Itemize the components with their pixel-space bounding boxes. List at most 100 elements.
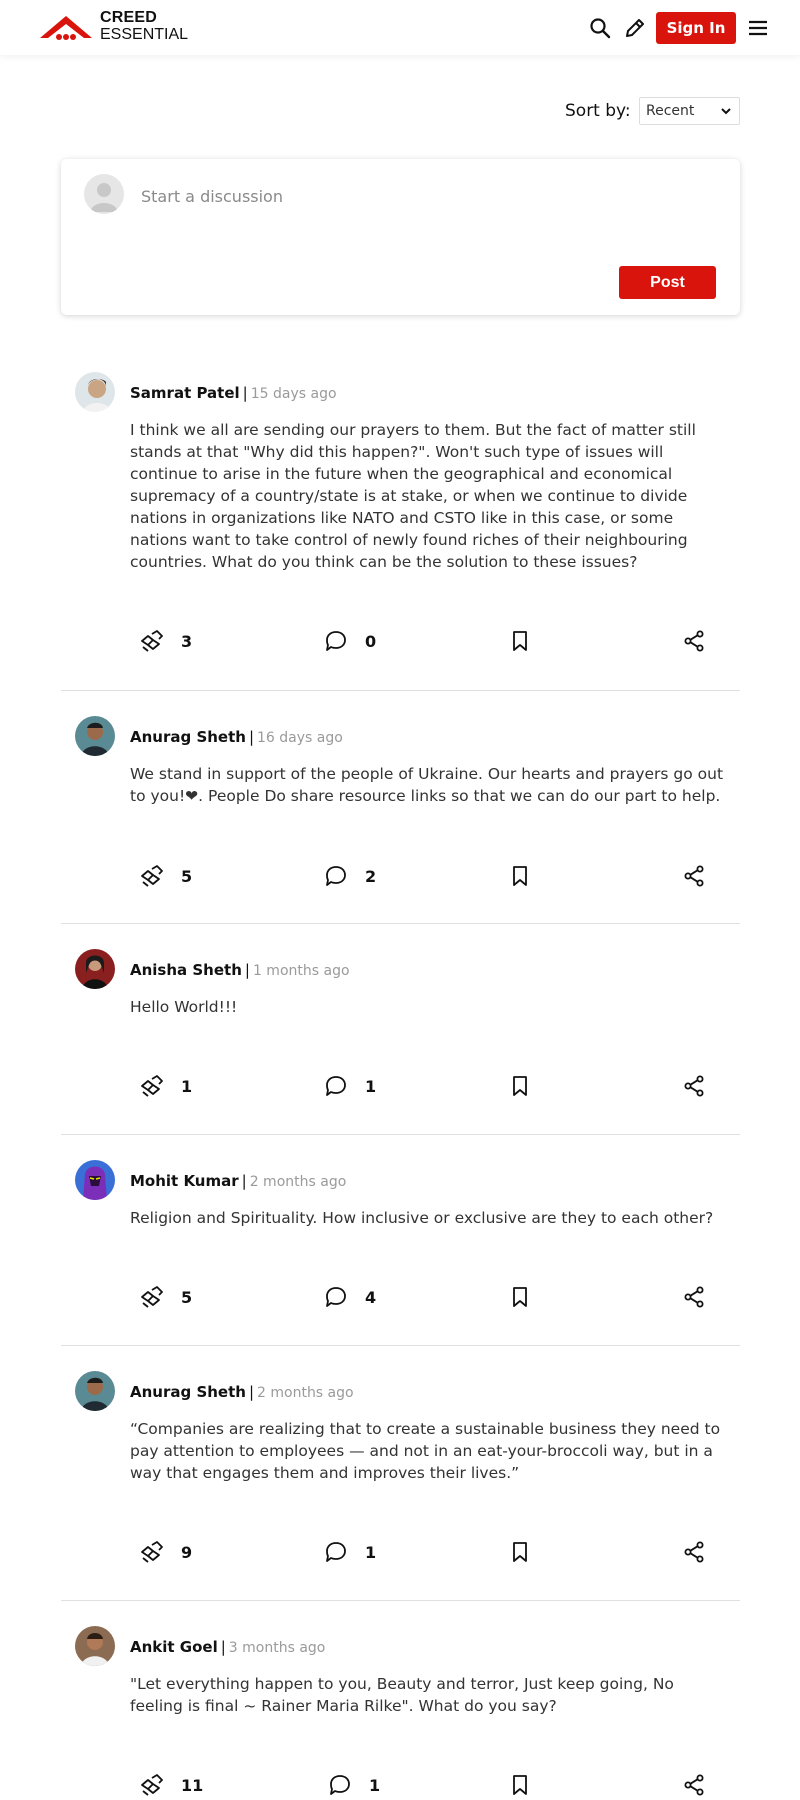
like-button[interactable]: 3 [139,626,192,656]
comment-button[interactable]: 1 [323,1537,376,1567]
pencil-icon[interactable] [623,16,647,40]
logo-text: CREED ESSENTIAL [100,10,188,43]
avatar[interactable] [75,716,115,756]
bookmark-button[interactable] [507,626,533,656]
post-body: Religion and Spirituality. How inclusive… [130,1209,714,1227]
like-button[interactable]: 9 [139,1537,192,1567]
author-name[interactable]: Anisha Sheth [130,961,242,979]
user-avatar-placeholder [84,174,124,214]
divider [61,1345,740,1346]
post-body: "Let everything happen to you, Beauty an… [130,1675,674,1715]
post-actions: 3 0 [61,626,740,656]
comment-count: 1 [365,1076,377,1096]
share-button[interactable] [681,1770,707,1800]
divider [61,1600,740,1601]
like-count: 5 [181,866,193,886]
bookmark-icon [513,1287,527,1307]
comment-count: 2 [365,866,377,886]
menu-icon[interactable] [746,16,770,40]
author-name[interactable]: Anurag Sheth [130,1383,246,1401]
share-icon [684,630,704,652]
post-actions: 9 1 [61,1537,740,1567]
like-button[interactable]: 5 [139,861,192,891]
avatar[interactable] [75,1371,115,1411]
share-button[interactable] [681,1282,707,1312]
logo-mark-icon [40,15,92,40]
sort-label: Sort by: [565,101,631,121]
avatar[interactable] [75,1626,115,1666]
sign-in-button[interactable]: Sign In [656,12,736,44]
logo-line2: ESSENTIAL [100,26,189,43]
avatar[interactable] [75,949,115,989]
like-button[interactable]: 5 [139,1282,192,1312]
bookmark-button[interactable] [507,1537,533,1567]
discussion-input[interactable] [141,181,701,211]
bookmark-button[interactable] [507,1282,533,1312]
post-time: 3 months ago [228,1640,326,1656]
share-button[interactable] [681,861,707,891]
post-actions: 11 1 [61,1770,740,1800]
author-name[interactable]: Samrat Patel [130,384,240,402]
hands-icon [141,630,163,652]
comment-icon [326,1287,346,1307]
chevron-down-icon [721,108,731,115]
post-time: 15 days ago [250,386,337,402]
share-button[interactable] [681,626,707,656]
post-body: We stand in support of the people of Ukr… [130,765,724,805]
post-meta: Mohit Kumar | 2 months ago [130,1172,347,1190]
share-button[interactable] [681,1071,707,1101]
avatar[interactable] [75,372,115,412]
share-icon [684,1075,704,1097]
comment-button[interactable]: 4 [323,1282,376,1312]
comment-icon [326,866,346,886]
divider [61,690,740,691]
post-body: “Companies are realizing that to create … [130,1420,721,1482]
author-name[interactable]: Anurag Sheth [130,728,246,746]
post-time: 1 months ago [252,963,350,979]
share-button[interactable] [681,1537,707,1567]
like-button[interactable]: 11 [139,1770,203,1800]
bookmark-button[interactable] [507,861,533,891]
comment-button[interactable]: 0 [323,626,376,656]
sort-selected-value: Recent [646,103,695,119]
like-count: 5 [181,1287,193,1307]
post-meta: Anisha Sheth | 1 months ago [130,961,350,979]
post-time: 16 days ago [257,730,343,746]
comment-icon [330,1775,350,1795]
post-time: 2 months ago [257,1385,354,1401]
comment-button[interactable]: 1 [323,1071,376,1101]
hands-icon [141,1541,163,1563]
comment-icon [326,1542,346,1562]
post-body: Hello World!!! [130,998,238,1016]
share-icon [684,1286,704,1308]
author-name[interactable]: Ankit Goel [130,1638,218,1656]
comment-button[interactable]: 2 [323,861,376,891]
comment-count: 4 [365,1287,377,1307]
author-name[interactable]: Mohit Kumar [130,1172,239,1190]
bookmark-icon [513,631,527,651]
hands-icon [141,1774,163,1796]
post-meta: Anurag Sheth | 16 days ago [130,728,343,746]
sort-select[interactable]: Recent [639,97,740,125]
post-meta: Samrat Patel | 15 days ago [130,384,337,402]
comment-count: 1 [365,1542,377,1562]
comment-count: 0 [365,631,377,651]
like-button[interactable]: 1 [139,1071,192,1101]
discussion-composer: Post [61,159,740,315]
post-actions: 5 4 [61,1282,740,1312]
bookmark-icon [513,1076,527,1096]
hands-icon [141,1075,163,1097]
like-count: 1 [181,1076,193,1096]
avatar[interactable] [75,1160,115,1200]
brand-logo[interactable]: CREED ESSENTIAL [38,10,188,43]
divider [61,923,740,924]
bookmark-button[interactable] [507,1770,533,1800]
post-button[interactable]: Post [619,266,716,299]
comment-button[interactable]: 1 [327,1770,380,1800]
post-actions: 1 1 [61,1071,740,1101]
post-actions: 5 2 [61,861,740,891]
bookmark-button[interactable] [507,1071,533,1101]
post-time: 2 months ago [249,1174,347,1190]
top-header: CREED ESSENTIAL Sign In [0,0,800,55]
search-icon[interactable] [588,16,612,40]
